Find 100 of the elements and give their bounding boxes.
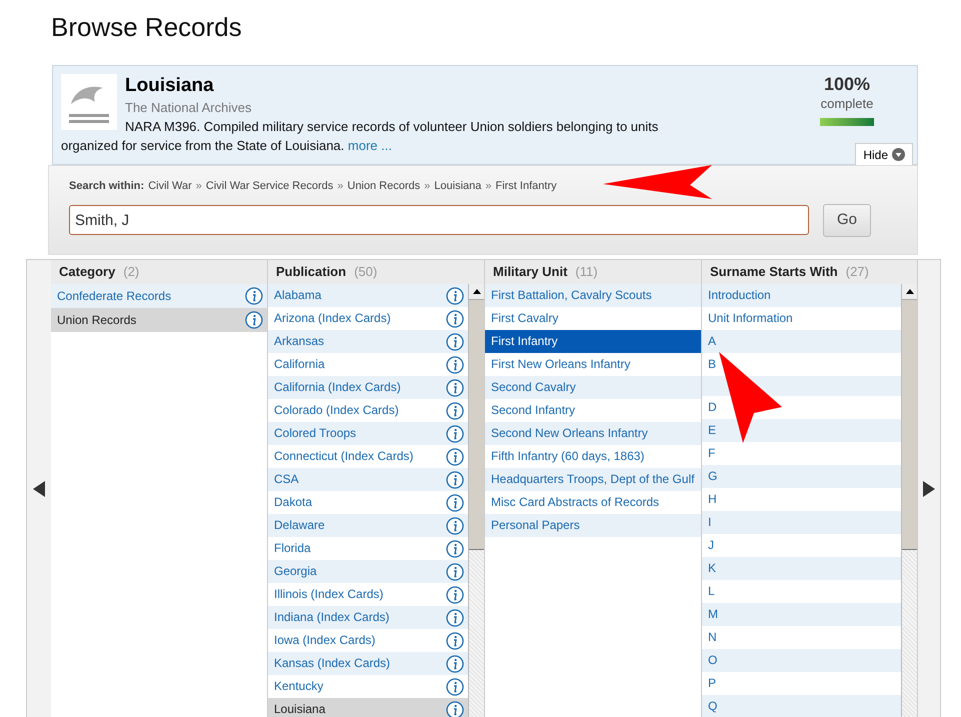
list-item[interactable]: Introduction bbox=[702, 284, 901, 307]
list-item[interactable]: Arkansas bbox=[268, 330, 468, 353]
info-icon[interactable] bbox=[446, 632, 464, 650]
item-label: Second Cavalry bbox=[491, 380, 576, 395]
info-icon[interactable] bbox=[446, 310, 464, 328]
list-item[interactable]: E bbox=[702, 419, 901, 442]
info-icon[interactable] bbox=[446, 654, 464, 672]
complete-label: complete bbox=[820, 95, 874, 113]
list-item[interactable]: K bbox=[702, 557, 901, 580]
item-label: Colorado (Index Cards) bbox=[274, 403, 399, 418]
list-item[interactable]: Confederate Records bbox=[51, 284, 267, 308]
item-label: Florida bbox=[274, 541, 311, 556]
list-item[interactable]: Delaware bbox=[268, 514, 468, 537]
info-icon[interactable] bbox=[446, 608, 464, 626]
item-label: E bbox=[708, 423, 716, 438]
info-icon[interactable] bbox=[446, 540, 464, 558]
collection-title: Louisiana bbox=[125, 75, 214, 96]
hide-button[interactable]: Hide bbox=[855, 143, 913, 165]
info-icon[interactable] bbox=[245, 311, 263, 329]
info-icon[interactable] bbox=[446, 494, 464, 512]
list-item[interactable]: I bbox=[702, 511, 901, 534]
item-label: Unit Information bbox=[708, 311, 793, 326]
column-count: (2) bbox=[123, 263, 140, 282]
breadcrumb-link[interactable]: First Infantry bbox=[495, 178, 557, 194]
go-button[interactable]: Go bbox=[823, 204, 871, 236]
item-label: K bbox=[708, 561, 716, 576]
item-label: California (Index Cards) bbox=[274, 380, 401, 395]
collection-description: NARA M396. Compiled military service records of volunteer Union soldiers belonging to units organized for service from the State of Louisiana. more ... bbox=[61, 118, 660, 155]
breadcrumb-link[interactable]: Civil War Service Records bbox=[206, 178, 334, 194]
breadcrumb-link[interactable]: Louisiana bbox=[434, 178, 482, 194]
item-label: Delaware bbox=[274, 518, 325, 533]
item-label: Union Records bbox=[57, 312, 136, 328]
more-link[interactable]: more ... bbox=[348, 138, 392, 153]
info-icon[interactable] bbox=[446, 424, 464, 442]
column-count: (27) bbox=[846, 263, 869, 282]
info-icon[interactable] bbox=[245, 287, 263, 305]
item-label: D bbox=[708, 400, 717, 415]
breadcrumb-link[interactable]: Civil War bbox=[148, 178, 192, 194]
list-item[interactable]: Second Cavalry bbox=[485, 376, 701, 399]
info-icon[interactable] bbox=[446, 332, 464, 350]
info-icon[interactable] bbox=[446, 516, 464, 534]
item-label: Headquarters Troops, Dept of the Gulf bbox=[491, 472, 694, 487]
list-item[interactable]: Louisiana bbox=[268, 698, 468, 717]
item-label: Second Infantry bbox=[491, 403, 576, 418]
item-label: Introduction bbox=[708, 288, 771, 303]
scroll-up-icon[interactable] bbox=[906, 289, 914, 294]
item-label: Confederate Records bbox=[57, 288, 172, 304]
list-item[interactable]: Georgia bbox=[268, 560, 468, 583]
info-icon[interactable] bbox=[446, 678, 464, 696]
breadcrumb-separator: » bbox=[485, 179, 492, 194]
column-title: Publication bbox=[276, 263, 346, 282]
scrollbar[interactable] bbox=[901, 284, 917, 717]
info-icon[interactable] bbox=[446, 470, 464, 488]
item-label: First Cavalry bbox=[491, 311, 558, 326]
item-label: Kentucky bbox=[274, 679, 324, 694]
item-label: Fifth Infantry (60 days, 1863) bbox=[491, 449, 644, 464]
search-field[interactable]: Smith, J bbox=[69, 205, 809, 235]
list-item[interactable]: O bbox=[702, 649, 901, 672]
info-icon[interactable] bbox=[446, 286, 464, 304]
list-item[interactable]: Indiana (Index Cards) bbox=[268, 606, 468, 629]
scroll-right-icon[interactable] bbox=[923, 481, 935, 497]
info-icon[interactable] bbox=[446, 356, 464, 374]
item-label: L bbox=[708, 584, 715, 599]
breadcrumb-separator: » bbox=[196, 179, 202, 194]
info-icon[interactable] bbox=[446, 562, 464, 580]
item-label: Personal Papers bbox=[491, 518, 580, 533]
item-label: First Battalion, Cavalry Scouts bbox=[491, 288, 652, 303]
item-label: P bbox=[708, 676, 716, 691]
item-label: Alabama bbox=[274, 288, 322, 303]
item-label: H bbox=[708, 492, 717, 507]
list-item[interactable]: Headquarters Troops, Dept of the Gulf bbox=[485, 468, 701, 491]
list-item[interactable]: M bbox=[702, 603, 901, 626]
scroll-up-icon[interactable] bbox=[472, 289, 480, 294]
list-item[interactable]: A bbox=[702, 330, 901, 353]
list-item[interactable]: Colored Troops bbox=[268, 422, 468, 445]
list-item[interactable]: Second New Orleans Infantry bbox=[485, 422, 701, 445]
list-item[interactable]: Kansas (Index Cards) bbox=[268, 652, 468, 675]
list-item[interactable]: Union Records bbox=[51, 308, 267, 332]
breadcrumb-link[interactable]: Union Records bbox=[347, 178, 420, 194]
item-label: F bbox=[708, 446, 716, 461]
info-icon[interactable] bbox=[446, 378, 464, 396]
list-item[interactable]: Personal Papers bbox=[485, 514, 701, 537]
list-item[interactable]: California (Index Cards) bbox=[268, 376, 468, 399]
scrollbar[interactable] bbox=[468, 284, 484, 717]
item-label: Misc Card Abstracts of Records bbox=[491, 495, 660, 510]
info-icon[interactable] bbox=[446, 448, 464, 466]
list-item[interactable]: Alabama bbox=[268, 284, 468, 307]
item-label: Arkansas bbox=[274, 334, 324, 349]
list-item[interactable]: Q bbox=[702, 695, 901, 717]
info-icon[interactable] bbox=[446, 700, 464, 717]
list-item[interactable]: First Battalion, Cavalry Scouts bbox=[485, 284, 701, 307]
list-item[interactable]: CSA bbox=[268, 468, 468, 491]
item-label: Dakota bbox=[274, 495, 312, 510]
info-icon[interactable] bbox=[446, 402, 464, 420]
item-label: Colored Troops bbox=[274, 426, 356, 441]
scroll-left-icon[interactable] bbox=[33, 481, 45, 497]
list-item[interactable]: G bbox=[702, 465, 901, 488]
info-icon[interactable] bbox=[446, 586, 464, 604]
item-label: Q bbox=[708, 699, 718, 714]
list-item[interactable]: First Infantry bbox=[485, 330, 701, 353]
